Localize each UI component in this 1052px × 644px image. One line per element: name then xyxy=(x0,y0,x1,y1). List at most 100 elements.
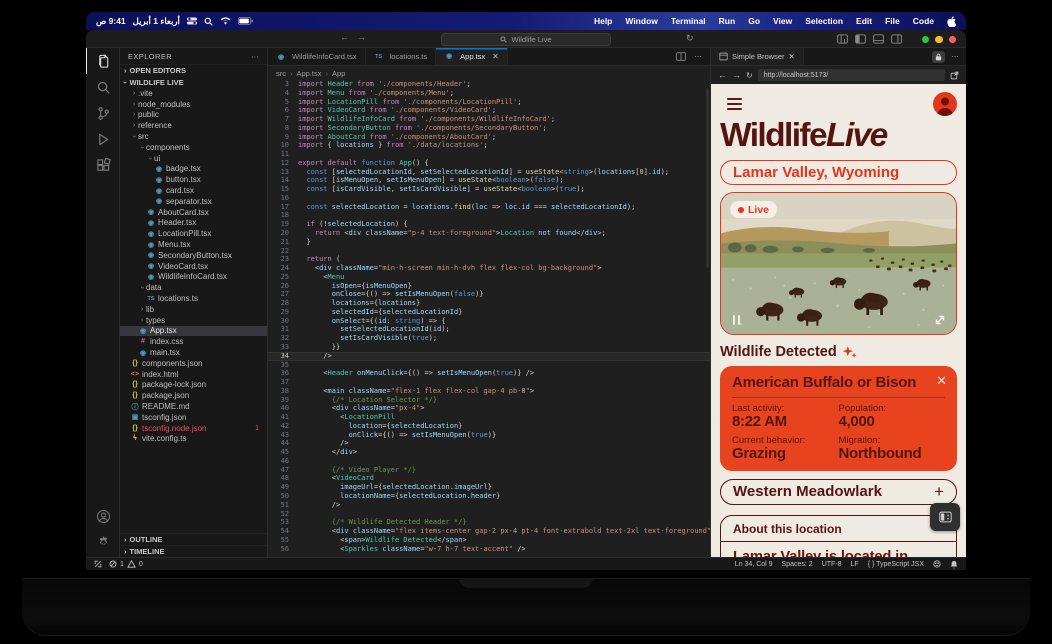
run-debug-icon[interactable] xyxy=(86,126,120,152)
menu-selection[interactable]: Selection xyxy=(805,16,843,26)
status-item[interactable]: { } TypeScript JSX xyxy=(868,561,924,568)
toggle-primary-sidebar-icon[interactable] xyxy=(855,34,866,44)
breadcrumb-src[interactable]: src xyxy=(276,69,286,78)
tree-item-Header.tsx[interactable]: ◉Header.tsx xyxy=(120,218,267,229)
browser-back-icon[interactable]: ← xyxy=(718,70,727,80)
menu-help[interactable]: Help xyxy=(594,16,612,26)
tree-item-tsconfig.json[interactable]: ▣tsconfig.json xyxy=(120,412,267,423)
remote-indicator-icon[interactable] xyxy=(94,560,102,568)
toggle-panel-icon[interactable] xyxy=(873,34,884,44)
pause-button[interactable] xyxy=(733,315,740,325)
explorer-actions-icon[interactable]: ⋯ xyxy=(251,52,259,61)
tree-item-reference[interactable]: ›reference xyxy=(120,120,267,131)
tab-App.tsx[interactable]: ◉App.tsx✕ xyxy=(436,48,508,65)
minimize-button[interactable] xyxy=(935,36,943,44)
tree-item-index.css[interactable]: #index.css xyxy=(120,336,267,347)
tree-item-vite.config.ts[interactable]: ϟvite.config.ts xyxy=(120,434,267,445)
open-external-icon[interactable] xyxy=(950,71,959,80)
tree-item-LocationPill.tsx[interactable]: ◉LocationPill.tsx xyxy=(120,228,267,239)
accounts-icon[interactable] xyxy=(86,503,120,529)
editor-group[interactable]: ◉WildlifeInfoCard.tsxTSlocations.ts◉App.… xyxy=(268,48,710,557)
tree-item-components[interactable]: ›components xyxy=(120,142,267,153)
menu-terminal[interactable]: Terminal xyxy=(671,16,706,26)
zoom-button[interactable] xyxy=(922,36,930,44)
settings-gear-icon[interactable] xyxy=(86,529,120,555)
explorer-icon[interactable] xyxy=(86,48,120,74)
tree-item-src[interactable]: ›src xyxy=(120,131,267,142)
source-control-icon[interactable] xyxy=(86,100,120,126)
tree-item-data[interactable]: ›data xyxy=(120,282,267,293)
command-center-search[interactable]: Wildlife Live xyxy=(441,33,611,46)
status-item[interactable]: Spaces: 2 xyxy=(782,561,813,568)
tree-item-index.html[interactable]: <>index.html xyxy=(120,369,267,380)
tree-item-node_modules[interactable]: ›node_modules xyxy=(120,99,267,110)
extensions-icon[interactable] xyxy=(86,152,120,178)
toggle-secondary-sidebar-icon[interactable] xyxy=(891,34,902,44)
browser-forward-icon[interactable]: → xyxy=(732,70,741,80)
tree-item-button.tsx[interactable]: ◉button.tsx xyxy=(120,174,267,185)
tree-item-WildlifeInfoCard.tsx[interactable]: ◉WildlifeInfoCard.tsx xyxy=(120,272,267,283)
tree-item-main.tsx[interactable]: ◉main.tsx xyxy=(120,347,267,358)
tab-WildlifeInfoCard.tsx[interactable]: ◉WildlifeInfoCard.tsx xyxy=(268,48,366,65)
tree-item-types[interactable]: ›types xyxy=(120,315,267,326)
problems-indicator[interactable]: 1 0 xyxy=(109,560,143,568)
menu-view[interactable]: View xyxy=(773,16,792,26)
menu-edit[interactable]: Edit xyxy=(856,16,872,26)
tree-item-.vite[interactable]: ›.vite xyxy=(120,88,267,99)
hamburger-menu-icon[interactable] xyxy=(727,98,742,111)
wifi-icon[interactable] xyxy=(220,17,231,25)
control-center-icon[interactable] xyxy=(187,17,197,25)
location-pill[interactable]: Lamar Valley, Wyoming xyxy=(720,160,957,185)
tree-item-ui[interactable]: ›ui xyxy=(120,153,267,164)
menu-go[interactable]: Go xyxy=(748,16,760,26)
live-video-card[interactable]: Live xyxy=(720,192,957,335)
tree-item-components.json[interactable]: {}components.json xyxy=(120,358,267,369)
expand-icon[interactable] xyxy=(934,314,946,326)
floating-layout-button[interactable] xyxy=(930,503,960,531)
menu-code[interactable]: Code xyxy=(913,16,934,26)
editor-scrollbar[interactable] xyxy=(706,88,709,268)
customize-layout-icon[interactable] xyxy=(837,34,848,44)
menu-file[interactable]: File xyxy=(885,16,900,26)
feedback-smiley-icon[interactable] xyxy=(933,560,941,568)
breadcrumb-App.tsx[interactable]: App.tsx xyxy=(297,69,322,78)
status-item[interactable]: LF xyxy=(851,561,859,568)
menu-window[interactable]: Window xyxy=(625,16,658,26)
avatar[interactable] xyxy=(933,92,957,116)
status-item[interactable]: Ln 34, Col 9 xyxy=(735,561,773,568)
timeline-section[interactable]: ›TIMELINE xyxy=(120,545,267,557)
editor-more-actions-icon[interactable]: ⋯ xyxy=(694,52,702,61)
tree-item-package-lock.json[interactable]: {}package-lock.json xyxy=(120,380,267,391)
tree-item-SecondaryButton.tsx[interactable]: ◉SecondaryButton.tsx xyxy=(120,250,267,261)
browser-reload-icon[interactable]: ↻ xyxy=(746,71,753,80)
tree-item-AboutCard.tsx[interactable]: ◉AboutCard.tsx xyxy=(120,207,267,218)
outline-section[interactable]: ›OUTLINE xyxy=(120,533,267,545)
close-icon[interactable]: ✕ xyxy=(936,373,947,389)
tree-item-README.md[interactable]: ⓘREADME.md xyxy=(120,401,267,412)
tree-item-public[interactable]: ›public xyxy=(120,110,267,121)
breadcrumb[interactable]: src›App.tsx›App xyxy=(268,66,710,80)
status-item[interactable]: UTF-8 xyxy=(822,561,842,568)
split-editor-icon[interactable] xyxy=(676,52,686,61)
tab-locations.ts[interactable]: TSlocations.ts xyxy=(366,48,437,65)
tree-item-tsconfig.node.json[interactable]: {}tsconfig.node.json1 xyxy=(120,423,267,434)
tree-item-package.json[interactable]: {}package.json xyxy=(120,390,267,401)
workspace-root[interactable]: ›WILDLIFE LIVE xyxy=(120,76,267,88)
secondary-species-button[interactable]: Western Meadowlark+ xyxy=(720,479,957,505)
open-editors-section[interactable]: ›OPEN EDITORS xyxy=(120,64,267,76)
code-area[interactable]: 3import Header from './components/Header… xyxy=(268,80,710,557)
tree-item-VideoCard.tsx[interactable]: ◉VideoCard.tsx xyxy=(120,261,267,272)
tree-item-badge.tsx[interactable]: ◉badge.tsx xyxy=(120,164,267,175)
breadcrumb-App[interactable]: App xyxy=(332,69,345,78)
tree-item-separator.tsx[interactable]: ◉separator.tsx xyxy=(120,196,267,207)
close-tab-icon[interactable]: ✕ xyxy=(492,52,499,61)
url-input[interactable]: http://localhost:5173/ xyxy=(758,69,945,81)
battery-icon[interactable] xyxy=(238,17,253,25)
apple-logo-icon[interactable] xyxy=(947,16,956,27)
browser-more-actions-icon[interactable]: ⋯ xyxy=(951,52,959,61)
history-forward-button[interactable]: → xyxy=(357,32,366,42)
close-window-button[interactable] xyxy=(949,36,957,44)
tree-item-card.tsx[interactable]: ◉card.tsx xyxy=(120,185,267,196)
lock-icon[interactable] xyxy=(932,51,945,63)
spotlight-search-icon[interactable] xyxy=(204,17,213,26)
